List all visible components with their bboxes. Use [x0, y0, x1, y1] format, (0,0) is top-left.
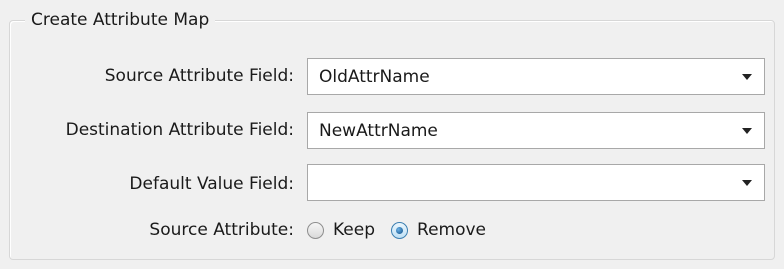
- keep-radio[interactable]: [307, 221, 324, 239]
- source-attribute-radio-group: Keep Remove: [307, 218, 486, 242]
- chevron-down-icon[interactable]: [742, 74, 752, 80]
- source-attribute-field-label: Source Attribute Field:: [104, 66, 294, 86]
- source-attribute-field-select[interactable]: OldAttrName: [307, 58, 765, 95]
- radio-selected-dot: [396, 226, 404, 234]
- destination-attribute-field-value: NewAttrName: [319, 121, 438, 141]
- remove-radio[interactable]: [391, 221, 409, 239]
- destination-attribute-field-select[interactable]: NewAttrName: [307, 112, 765, 149]
- remove-radio-label[interactable]: Remove: [417, 218, 486, 242]
- chevron-down-icon[interactable]: [742, 180, 752, 186]
- destination-attribute-field-label: Destination Attribute Field:: [65, 120, 294, 140]
- group-title: Create Attribute Map: [25, 8, 216, 32]
- keep-radio-label[interactable]: Keep: [333, 218, 375, 242]
- source-attribute-field-value: OldAttrName: [319, 67, 430, 87]
- chevron-down-icon[interactable]: [742, 128, 752, 134]
- default-value-field-select[interactable]: [307, 164, 765, 201]
- source-attribute-label: Source Attribute:: [149, 220, 294, 240]
- default-value-field-label: Default Value Field:: [129, 174, 294, 194]
